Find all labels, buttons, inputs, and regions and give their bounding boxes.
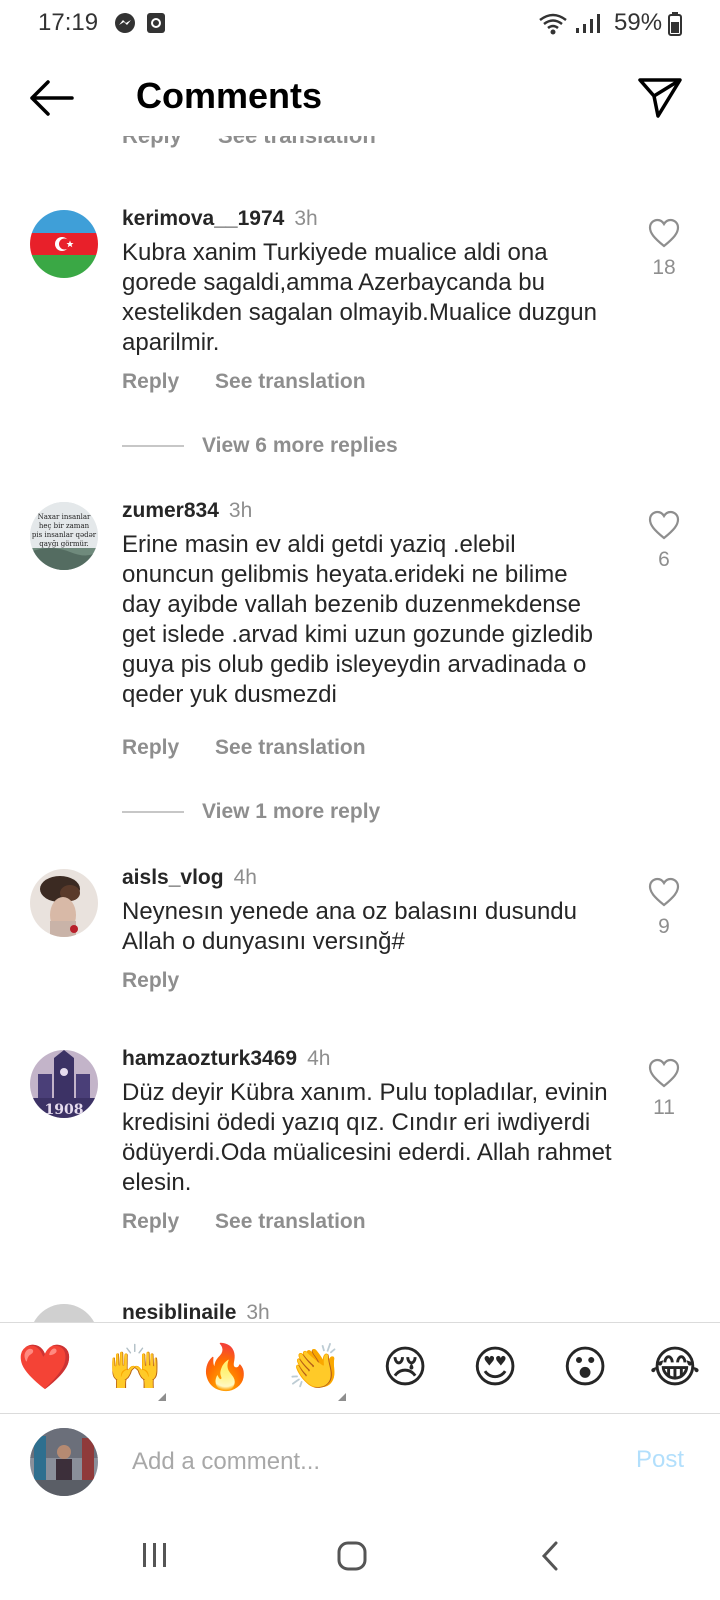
avatar[interactable] xyxy=(30,210,98,278)
username[interactable]: aisls_vlog xyxy=(122,866,224,889)
comment-text: Neynesın yenede ana oz balasını dusundu … xyxy=(122,898,578,955)
post-button[interactable]: Post xyxy=(636,1446,684,1474)
emoji-heart[interactable]: ❤️ xyxy=(17,1343,73,1393)
reply-button[interactable]: Reply xyxy=(122,370,179,393)
heart-icon[interactable] xyxy=(648,510,680,540)
comment-meta: aisls_vlog 4h xyxy=(122,866,257,890)
status-time: 17:19 xyxy=(38,9,99,36)
comment-time: 3h xyxy=(294,207,318,230)
skin-tone-caret-icon xyxy=(338,1393,346,1401)
share-send-icon[interactable] xyxy=(636,74,684,122)
quick-emoji-bar: ❤️ 🙌 🔥 👏 😢 😍 😮 😂 xyxy=(0,1322,720,1414)
emoji-crying-face[interactable]: 😢 xyxy=(377,1343,433,1393)
notification-app-icon xyxy=(146,12,166,39)
emoji-clapping-hands[interactable]: 👏 xyxy=(287,1343,343,1393)
view-more-label: View 6 more replies xyxy=(202,434,398,457)
battery-icon xyxy=(668,12,682,41)
avatar[interactable] xyxy=(30,1304,98,1322)
comment-text: Erine masin ev aldi getdi yaziq .elebil … xyxy=(122,531,593,708)
signal-icon xyxy=(574,12,602,39)
comment-meta: hamzaozturk3469 4h xyxy=(122,1047,330,1071)
username[interactable]: kerimova__1974 xyxy=(122,207,284,230)
comment-meta: kerimova__1974 3h xyxy=(122,207,318,231)
like-count: 11 xyxy=(653,1096,675,1119)
battery-percentage: 59% xyxy=(614,9,663,36)
back-nav-icon[interactable] xyxy=(538,1540,562,1577)
system-navigation-bar xyxy=(0,1522,720,1600)
username[interactable]: hamzaozturk3469 xyxy=(122,1047,297,1070)
divider xyxy=(122,445,184,448)
see-translation-button[interactable]: See translation xyxy=(215,736,366,759)
heart-icon[interactable] xyxy=(648,218,680,248)
comment-time: 4h xyxy=(233,866,257,889)
divider xyxy=(122,811,184,814)
comment-time: 3h xyxy=(228,499,253,522)
reply-button[interactable]: Reply xyxy=(122,1210,179,1233)
view-more-replies[interactable]: View 1 more reply xyxy=(122,800,380,824)
avatar[interactable]: Naxar insanlar heç bir zaman pis insanla… xyxy=(30,502,98,570)
comment-composer: Post xyxy=(0,1414,720,1522)
view-more-replies[interactable]: View 6 more replies xyxy=(122,434,398,458)
like-count: 18 xyxy=(652,256,676,279)
reply-button[interactable]: Reply xyxy=(122,736,179,759)
view-more-label: View 1 more reply xyxy=(202,800,381,823)
avatar[interactable]: 1908 xyxy=(30,1050,98,1118)
see-translation-button[interactable]: See translation xyxy=(218,136,376,148)
emoji-heart-eyes[interactable]: 😍 xyxy=(467,1343,523,1393)
comment-actions: Reply See translation xyxy=(122,370,396,394)
like-count: 9 xyxy=(658,915,670,938)
username[interactable]: zumer834 xyxy=(122,499,219,522)
comments-header: Comments xyxy=(0,60,720,136)
comments-list[interactable]: Reply See translation kerimova__1974 3h K… xyxy=(0,136,720,1322)
messenger-icon xyxy=(114,12,136,39)
comment-meta: zumer834 3h xyxy=(122,499,252,523)
wifi-icon xyxy=(538,12,568,41)
like-count: 6 xyxy=(658,548,670,571)
comment-time: 4h xyxy=(307,1047,331,1070)
comment-actions: Reply See translation xyxy=(122,736,396,760)
avatar-text-line: qayğı görmür. xyxy=(39,540,89,548)
reply-button[interactable]: Reply xyxy=(122,969,179,992)
emoji-raising-hands[interactable]: 🙌 xyxy=(107,1343,163,1393)
avatar-text-line: Naxar insanlar xyxy=(38,513,91,521)
comment-input[interactable] xyxy=(132,1442,592,1482)
skin-tone-caret-icon xyxy=(158,1393,166,1401)
reply-button[interactable]: Reply xyxy=(122,136,182,148)
heart-icon[interactable] xyxy=(648,1058,680,1088)
avatar-text-line: pis insanlar qədər xyxy=(32,531,97,539)
svg-text:1908: 1908 xyxy=(45,1102,84,1118)
emoji-surprised-face[interactable]: 😮 xyxy=(557,1343,613,1393)
avatar[interactable] xyxy=(30,1428,98,1496)
comment-text: Kubra xanim Turkiyede mualice aldi ona g… xyxy=(122,239,597,356)
status-bar: 17:19 59% xyxy=(0,0,720,46)
avatar-text-line: heç bir zaman xyxy=(39,522,90,530)
recent-apps-icon[interactable] xyxy=(140,1540,170,1575)
comment-actions: Reply xyxy=(122,969,209,993)
comment-text: Düz deyir Kübra xanım. Pulu topladılar, … xyxy=(122,1079,612,1196)
comment-actions: Reply See translation xyxy=(122,1210,396,1234)
see-translation-button[interactable]: See translation xyxy=(215,1210,366,1233)
see-translation-button[interactable]: See translation xyxy=(215,370,366,393)
comment-meta: nesiblinaile 3h xyxy=(122,1301,270,1322)
emoji-fire[interactable]: 🔥 xyxy=(197,1343,253,1393)
heart-icon[interactable] xyxy=(648,877,680,907)
back-arrow-icon[interactable] xyxy=(28,78,76,118)
cut-off-comment-actions: Reply See translation xyxy=(122,136,406,149)
username[interactable]: nesiblinaile xyxy=(122,1301,236,1322)
avatar[interactable] xyxy=(30,869,98,937)
emoji-tears-of-joy[interactable]: 😂 xyxy=(647,1343,703,1393)
comment-time: 3h xyxy=(246,1301,270,1322)
home-icon[interactable] xyxy=(336,1540,368,1577)
page-title: Comments xyxy=(136,75,323,116)
